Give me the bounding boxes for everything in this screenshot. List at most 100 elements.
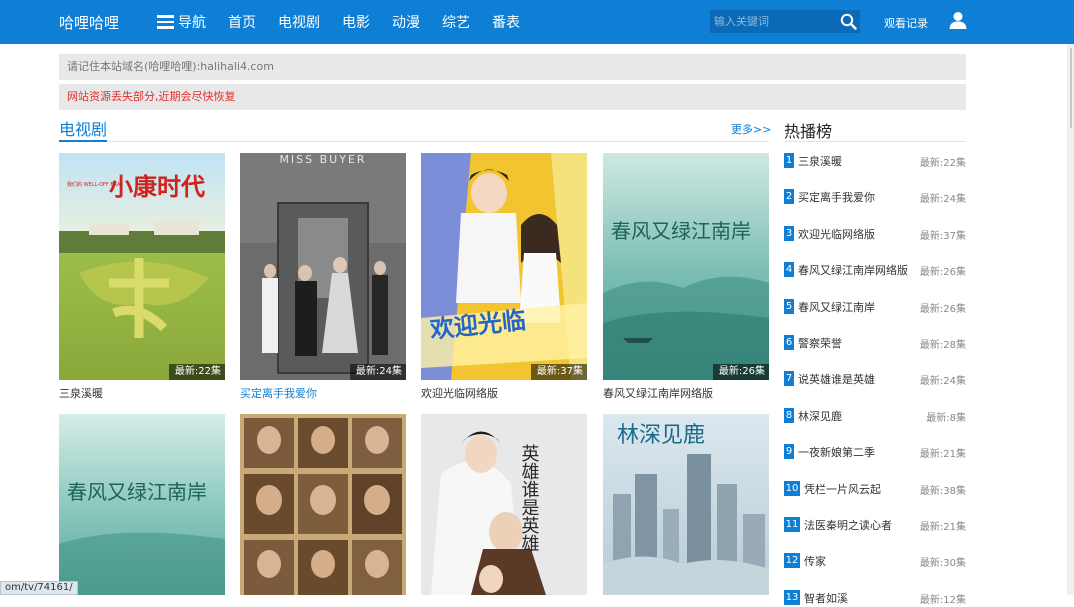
ranking-item-episode: 最新:24集	[919, 194, 966, 206]
video-card[interactable]: 小康时代 我们的 WELL-OFF ERA 最新:22集 三泉溪暖	[59, 153, 225, 401]
card-title[interactable]: 春风又绿江南岸网络版	[603, 385, 769, 401]
poster-image[interactable]: 欢迎光临 最新:37集	[421, 153, 587, 380]
episode-badge: 最新:22集	[168, 364, 225, 380]
episode-badge: 最新:26集	[712, 364, 769, 380]
ranking-item[interactable]: 8 林深见鹿 最新:8集	[784, 407, 966, 425]
ranking-number: 3	[784, 225, 794, 241]
ranking-item[interactable]: 7 说英雄谁是英雄 最新:24集	[784, 370, 966, 388]
ranking-item-episode: 最新:26集	[919, 267, 966, 279]
ranking-item[interactable]: 2 买定离手我爱你 最新:24集	[784, 188, 966, 206]
watch-history-link[interactable]: 观看记录	[884, 15, 928, 31]
poster-image[interactable]	[240, 414, 406, 595]
video-card[interactable]: MISS BUYER 最新:24集 买定离手我爱你	[240, 153, 406, 401]
nav-item-schedule[interactable]: 番表	[492, 12, 520, 32]
ranking-item-episode: 最新:22集	[919, 158, 966, 169]
ranking-item-episode: 最新:21集	[919, 449, 966, 461]
ranking-item[interactable]: 9 一夜新娘第二季 最新:21集	[784, 443, 966, 461]
nav-item-anime[interactable]: 动漫	[392, 12, 420, 32]
poster-image[interactable]: 林深见鹿	[603, 414, 769, 595]
poster-image[interactable]: 小康时代 我们的 WELL-OFF ERA 最新:22集	[59, 153, 225, 380]
card-title[interactable]: 买定离手我爱你	[240, 385, 406, 401]
ranking-item-name[interactable]: 欢迎光临网络版	[798, 226, 875, 242]
ranking-item[interactable]: 11 法医秦明之读心者 最新:21集	[784, 516, 966, 534]
ranking-number: 5	[784, 298, 794, 314]
ranking-item-name[interactable]: 凭栏一片风云起	[804, 481, 881, 497]
site-logo[interactable]: 哈哩哈哩	[59, 12, 119, 33]
ranking-number: 13	[784, 589, 800, 605]
section-title-underline	[59, 140, 107, 142]
ranking-item-name[interactable]: 一夜新娘第二季	[798, 444, 875, 460]
ranking-divider	[784, 141, 966, 142]
ranking-item-episode: 最新:30集	[919, 558, 966, 570]
ranking-item-name[interactable]: 智者如溪	[804, 590, 848, 606]
video-card[interactable]: 春风又绿江南岸	[59, 414, 225, 595]
section-title-tv[interactable]: 电视剧	[59, 116, 107, 140]
search-input[interactable]	[710, 10, 838, 33]
top-navigation-bar: 哈哩哈哩 导航 首页 电视剧 电影 动漫 综艺 番表 观看记录	[0, 0, 1074, 44]
search-icon[interactable]	[839, 12, 858, 31]
ranking-item[interactable]: 5 春风又绿江南岸 最新:26集	[784, 298, 966, 316]
nav-item-tv[interactable]: 电视剧	[278, 12, 320, 32]
main-nav: 导航 首页 电视剧 电影 动漫 综艺 番表	[157, 12, 542, 32]
nav-item-home[interactable]: 首页	[228, 12, 256, 32]
ranking-item-episode: 最新:24集	[919, 376, 966, 388]
user-icon[interactable]	[949, 11, 967, 29]
search-box	[710, 10, 860, 33]
video-card[interactable]: 欢迎光临 最新:37集 欢迎光临网络版	[421, 153, 587, 401]
ranking-number: 7	[784, 371, 794, 387]
ranking-item-name[interactable]: 买定离手我爱你	[798, 189, 875, 205]
ranking-item[interactable]: 4 春风又绿江南岸网络版 最新:26集	[784, 261, 966, 279]
ranking-number: 8	[784, 407, 794, 423]
poster-title-text: MISS BUYER	[279, 153, 366, 166]
card-title[interactable]: 三泉溪暖	[59, 385, 225, 401]
ranking-item[interactable]: 1 三泉溪暖 最新:22集	[784, 152, 966, 170]
nav-item-guide[interactable]: 导航	[157, 12, 206, 32]
ranking-item-name[interactable]: 三泉溪暖	[798, 153, 842, 169]
ranking-item-name[interactable]: 说英雄谁是英雄	[798, 371, 875, 387]
episode-badge: 最新:24集	[349, 364, 406, 380]
video-card[interactable]	[240, 414, 406, 595]
poster-title-text: 春风又绿江南岸	[611, 219, 751, 243]
ranking-item[interactable]: 13 智者如溪 最新:12集	[784, 589, 966, 607]
ranking-number: 11	[784, 517, 800, 532]
ranking-item-episode: 最新:38集	[919, 485, 966, 497]
poster-title-text: 林深见鹿	[617, 423, 705, 448]
ranking-number: 12	[784, 553, 800, 569]
more-link[interactable]: 更多>>	[731, 121, 771, 137]
ranking-item-name[interactable]: 传家	[804, 553, 826, 569]
ranking-item[interactable]: 12 传家 最新:30集	[784, 552, 966, 570]
video-card[interactable]: 英雄谁是英雄	[421, 414, 587, 595]
video-card[interactable]: 林深见鹿	[603, 414, 769, 595]
ranking-item-name[interactable]: 警察荣誉	[798, 335, 842, 351]
ranking-item-name[interactable]: 春风又绿江南岸	[798, 299, 875, 315]
status-bar-url: om/tv/74161/	[0, 581, 78, 595]
menu-icon	[157, 15, 174, 29]
poster-image[interactable]: MISS BUYER 最新:24集	[240, 153, 406, 380]
ranking-item[interactable]: 6 警察荣誉 最新:28集	[784, 334, 966, 352]
ranking-item-name[interactable]: 林深见鹿	[798, 408, 842, 424]
domain-notice: 请记住本站域名(哈哩哈哩):halihali4.com	[59, 54, 966, 80]
resource-notice: 网站资源丢失部分,近期会尽快恢复	[59, 84, 966, 110]
card-title[interactable]: 欢迎光临网络版	[421, 385, 587, 401]
ranking-item-episode: 最新:21集	[919, 522, 966, 533]
nav-item-movie[interactable]: 电影	[342, 12, 370, 32]
nav-item-variety[interactable]: 综艺	[442, 12, 470, 32]
ranking-item-name[interactable]: 法医秦明之读心者	[804, 517, 892, 533]
poster-image[interactable]: 春风又绿江南岸	[59, 414, 225, 595]
ranking-item[interactable]: 3 欢迎光临网络版 最新:37集	[784, 225, 966, 243]
ranking-title: 热播榜	[784, 122, 833, 141]
ranking-item-name[interactable]: 春风又绿江南岸网络版	[798, 262, 908, 278]
ranking-item-episode: 最新:8集	[926, 412, 966, 424]
poster-image[interactable]: 英雄谁是英雄	[421, 414, 587, 595]
ranking-item[interactable]: 10 凭栏一片风云起 最新:38集	[784, 480, 966, 498]
poster-title-text: 英雄谁是英雄	[519, 444, 540, 552]
poster-title-text: 小康时代	[109, 173, 205, 201]
video-card[interactable]: 春风又绿江南岸 最新:26集 春风又绿江南岸网络版	[603, 153, 769, 401]
scrollbar-thumb[interactable]	[1070, 48, 1072, 128]
ranking-number: 2	[784, 189, 794, 205]
poster-title-text: 春风又绿江南岸	[67, 480, 207, 504]
ranking-number: 9	[784, 444, 794, 460]
ranking-item-episode: 最新:28集	[919, 340, 966, 351]
poster-image[interactable]: 春风又绿江南岸 最新:26集	[603, 153, 769, 380]
section-divider	[59, 141, 769, 142]
